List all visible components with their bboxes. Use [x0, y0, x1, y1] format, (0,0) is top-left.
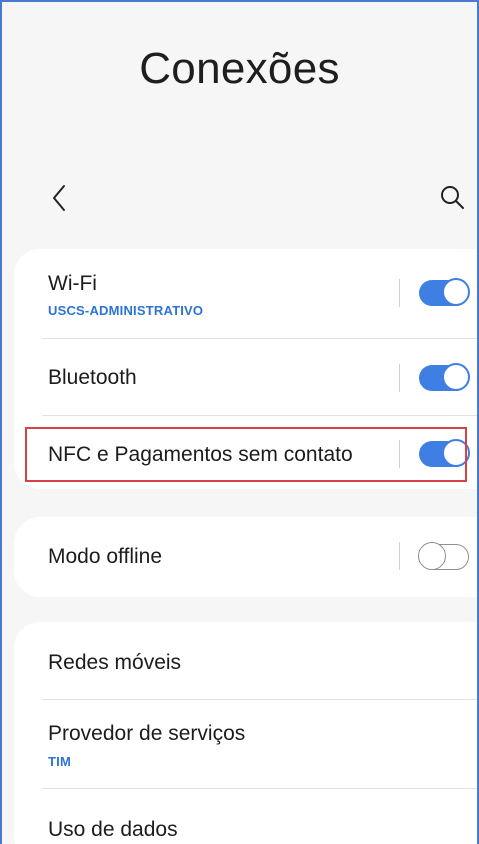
airplane-card: Modo offline [14, 517, 477, 597]
search-icon [441, 186, 464, 209]
network-card: Redes móveis Provedor de serviços TIM Us… [14, 622, 477, 844]
wifi-toggle[interactable] [419, 278, 470, 306]
data-usage-label: Uso de dados [48, 818, 178, 841]
bluetooth-toggle[interactable] [419, 363, 470, 391]
chevron-left-icon [53, 185, 65, 211]
mobile-networks-label: Redes móveis [48, 651, 182, 674]
search-button[interactable] [437, 182, 469, 214]
airplane-mode-label: Modo offline [48, 545, 163, 568]
wifi-label: Wi-Fi [48, 272, 97, 295]
airplane-mode-row[interactable]: Modo offline [14, 517, 477, 597]
toggle-knob [442, 278, 470, 306]
service-provider-row[interactable]: Provedor de serviços TIM [14, 700, 477, 788]
mobile-networks-row[interactable]: Redes móveis [14, 622, 477, 698]
divider-vertical [399, 542, 400, 570]
toolbar [2, 180, 477, 216]
wifi-network-name: USCS-ADMINISTRATIVO [48, 303, 204, 318]
settings-screen: Conexões Wi-Fi USCS-ADMINISTRATIVO Bluet… [0, 0, 479, 844]
wifi-row[interactable]: Wi-Fi USCS-ADMINISTRATIVO [14, 249, 477, 337]
bluetooth-row[interactable]: Bluetooth [14, 339, 477, 415]
divider-vertical [399, 364, 400, 392]
service-provider-value: TIM [48, 754, 71, 769]
toggle-knob [442, 363, 470, 391]
back-button[interactable] [46, 182, 74, 214]
nfc-highlight-box [25, 427, 467, 482]
airplane-mode-toggle[interactable] [418, 542, 469, 570]
toggle-knob [418, 542, 446, 570]
page-title: Conexões [139, 44, 340, 93]
divider-vertical [399, 279, 400, 307]
service-provider-label: Provedor de serviços [48, 722, 246, 745]
bluetooth-label: Bluetooth [48, 366, 137, 389]
data-usage-row[interactable]: Uso de dados [14, 789, 477, 844]
